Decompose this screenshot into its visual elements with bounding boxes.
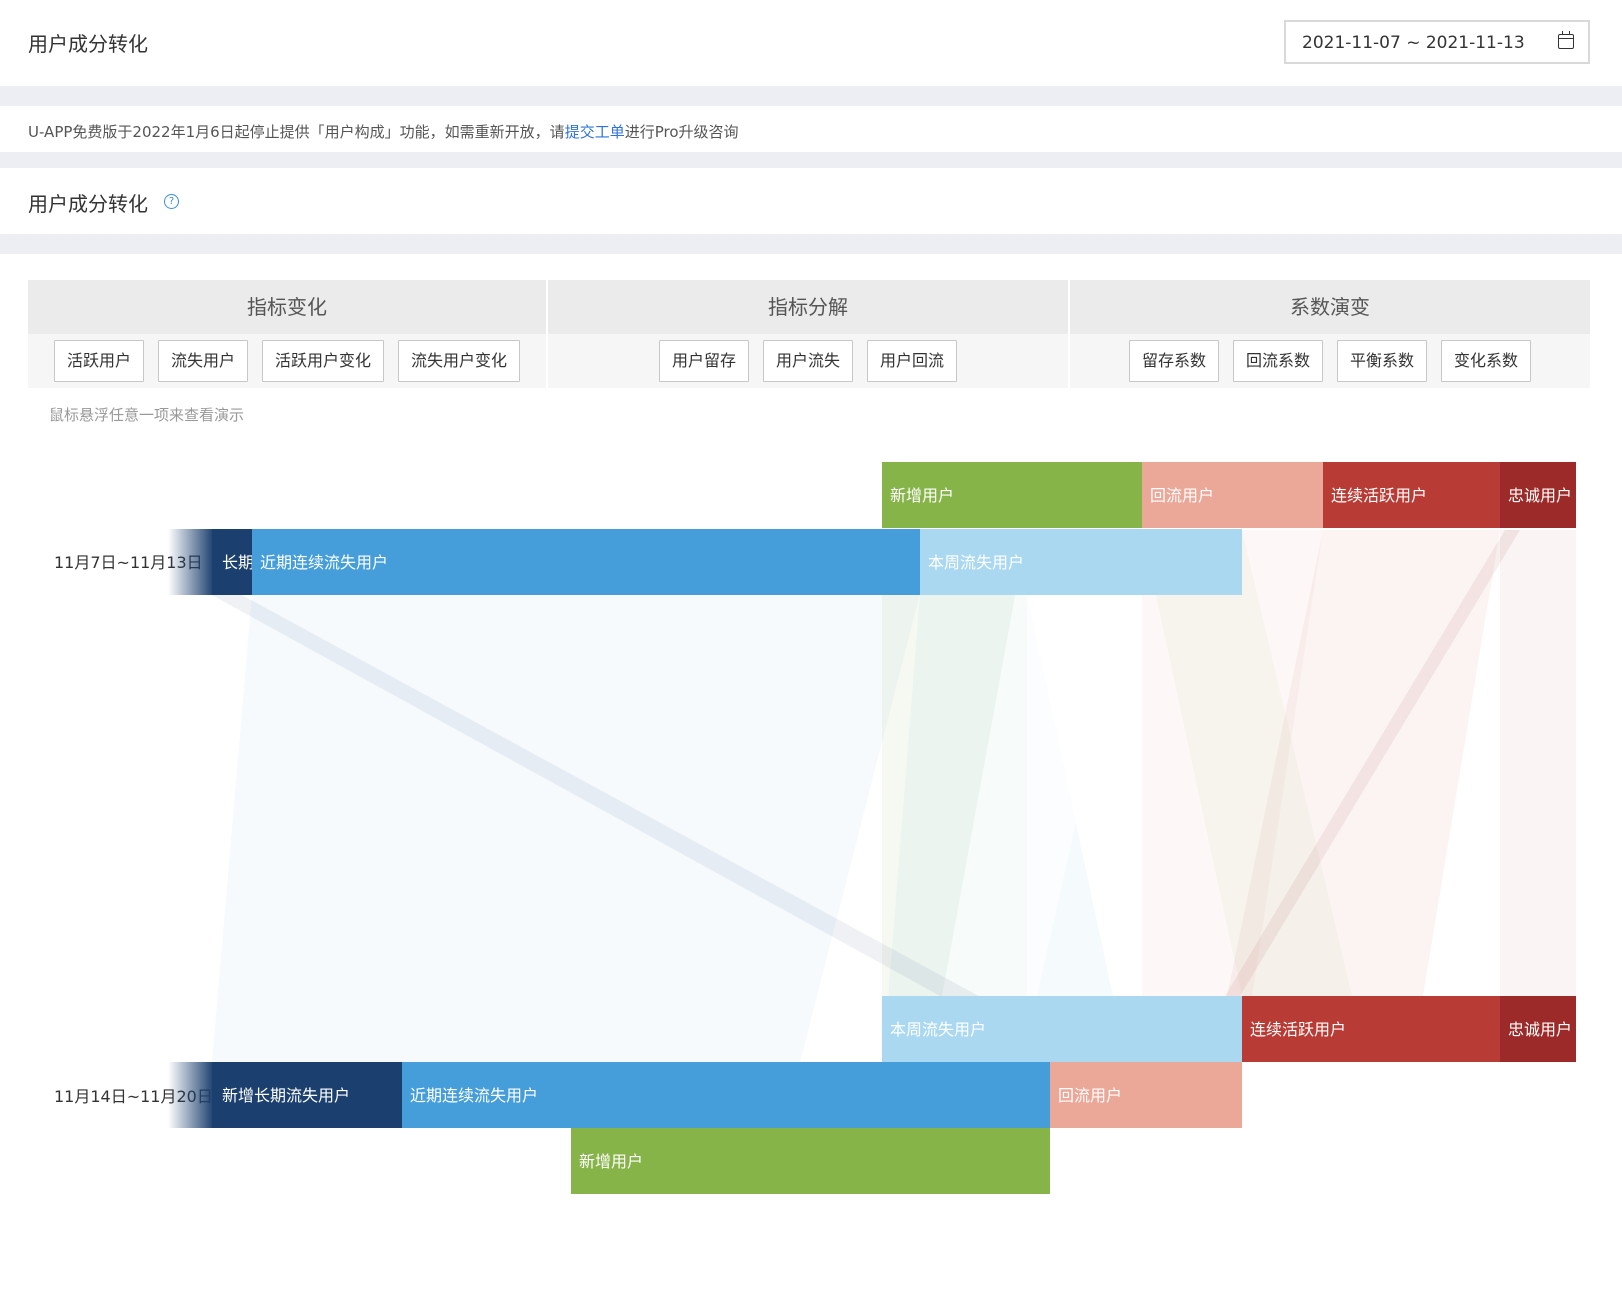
submit-ticket-link[interactable]: 提交工单 <box>565 123 625 141</box>
week2-bottom-bar-new-label: 新增用户 <box>579 1152 643 1171</box>
flow-ribbons <box>210 530 1576 1062</box>
week2-top-bar-active-label: 连续活跃用户 <box>1250 1020 1346 1039</box>
week2-bar-recent-lost-label: 近期连续流失用户 <box>410 1086 538 1105</box>
notice-card: U-APP免费版于2022年1月6日起停止提供「用户构成」功能，如需重新开放，请… <box>0 106 1622 152</box>
week1-top-bar-loyal-label: 忠诚用户 <box>1508 486 1572 505</box>
date-range-picker[interactable]: 2021-11-07 ~ 2021-11-13 <box>1284 20 1590 64</box>
page-title: 用户成分转化 <box>28 32 148 56</box>
week1-bar-week-lost-label: 本周流失用户 <box>928 553 1024 572</box>
week2-top-bar-week-lost-label: 本周流失用户 <box>890 1020 986 1039</box>
week2-bar-return-label: 回流用户 <box>1058 1086 1122 1105</box>
flow-recent-lost <box>212 594 920 1062</box>
notice-text-before: U-APP免费版于2022年1月6日起停止提供「用户构成」功能，如需重新开放，请 <box>28 123 565 141</box>
week1-top-bar-new-label: 新增用户 <box>890 486 954 505</box>
week2-bar-long-lost-label: 新增长期流失用户 <box>222 1086 350 1105</box>
week1-fade <box>168 529 214 595</box>
week1-bar-long-lost-label: 长期 <box>222 553 254 572</box>
notice-text: U-APP免费版于2022年1月6日起停止提供「用户构成」功能，如需重新开放，请… <box>28 121 739 142</box>
flow-loyal <box>1500 530 1576 996</box>
date-range-value: 2021-11-07 ~ 2021-11-13 <box>1302 33 1525 53</box>
notice-text-after: 进行Pro升级咨询 <box>624 123 739 141</box>
section-title-card: 用户成分转化 ? <box>0 168 1622 234</box>
week2-top-bar-loyal-label: 忠诚用户 <box>1508 1020 1572 1039</box>
question-circle-icon[interactable]: ? <box>164 194 179 209</box>
calendar-icon[interactable] <box>1558 31 1574 49</box>
header-card: 用户成分转化 2021-11-07 ~ 2021-11-13 <box>0 0 1622 86</box>
section-title: 用户成分转化 <box>28 192 148 216</box>
week1-bar-recent-lost-label: 近期连续流失用户 <box>260 553 388 572</box>
week1-top-bar-return-label: 回流用户 <box>1150 486 1214 505</box>
composition-flow-chart: 11月7日~11月13日 新增用户 回流用户 连续活跃用户 忠诚用户 长期 近期… <box>54 462 1576 1194</box>
week2-fade <box>168 1062 214 1128</box>
composition-panel: 指标变化 活跃用户 流失用户 活跃用户变化 流失用户变化 指标分解 用户留存 用户流失用… <box>0 254 1622 1298</box>
week1-top-bar-active-label: 连续活跃用户 <box>1331 486 1427 505</box>
